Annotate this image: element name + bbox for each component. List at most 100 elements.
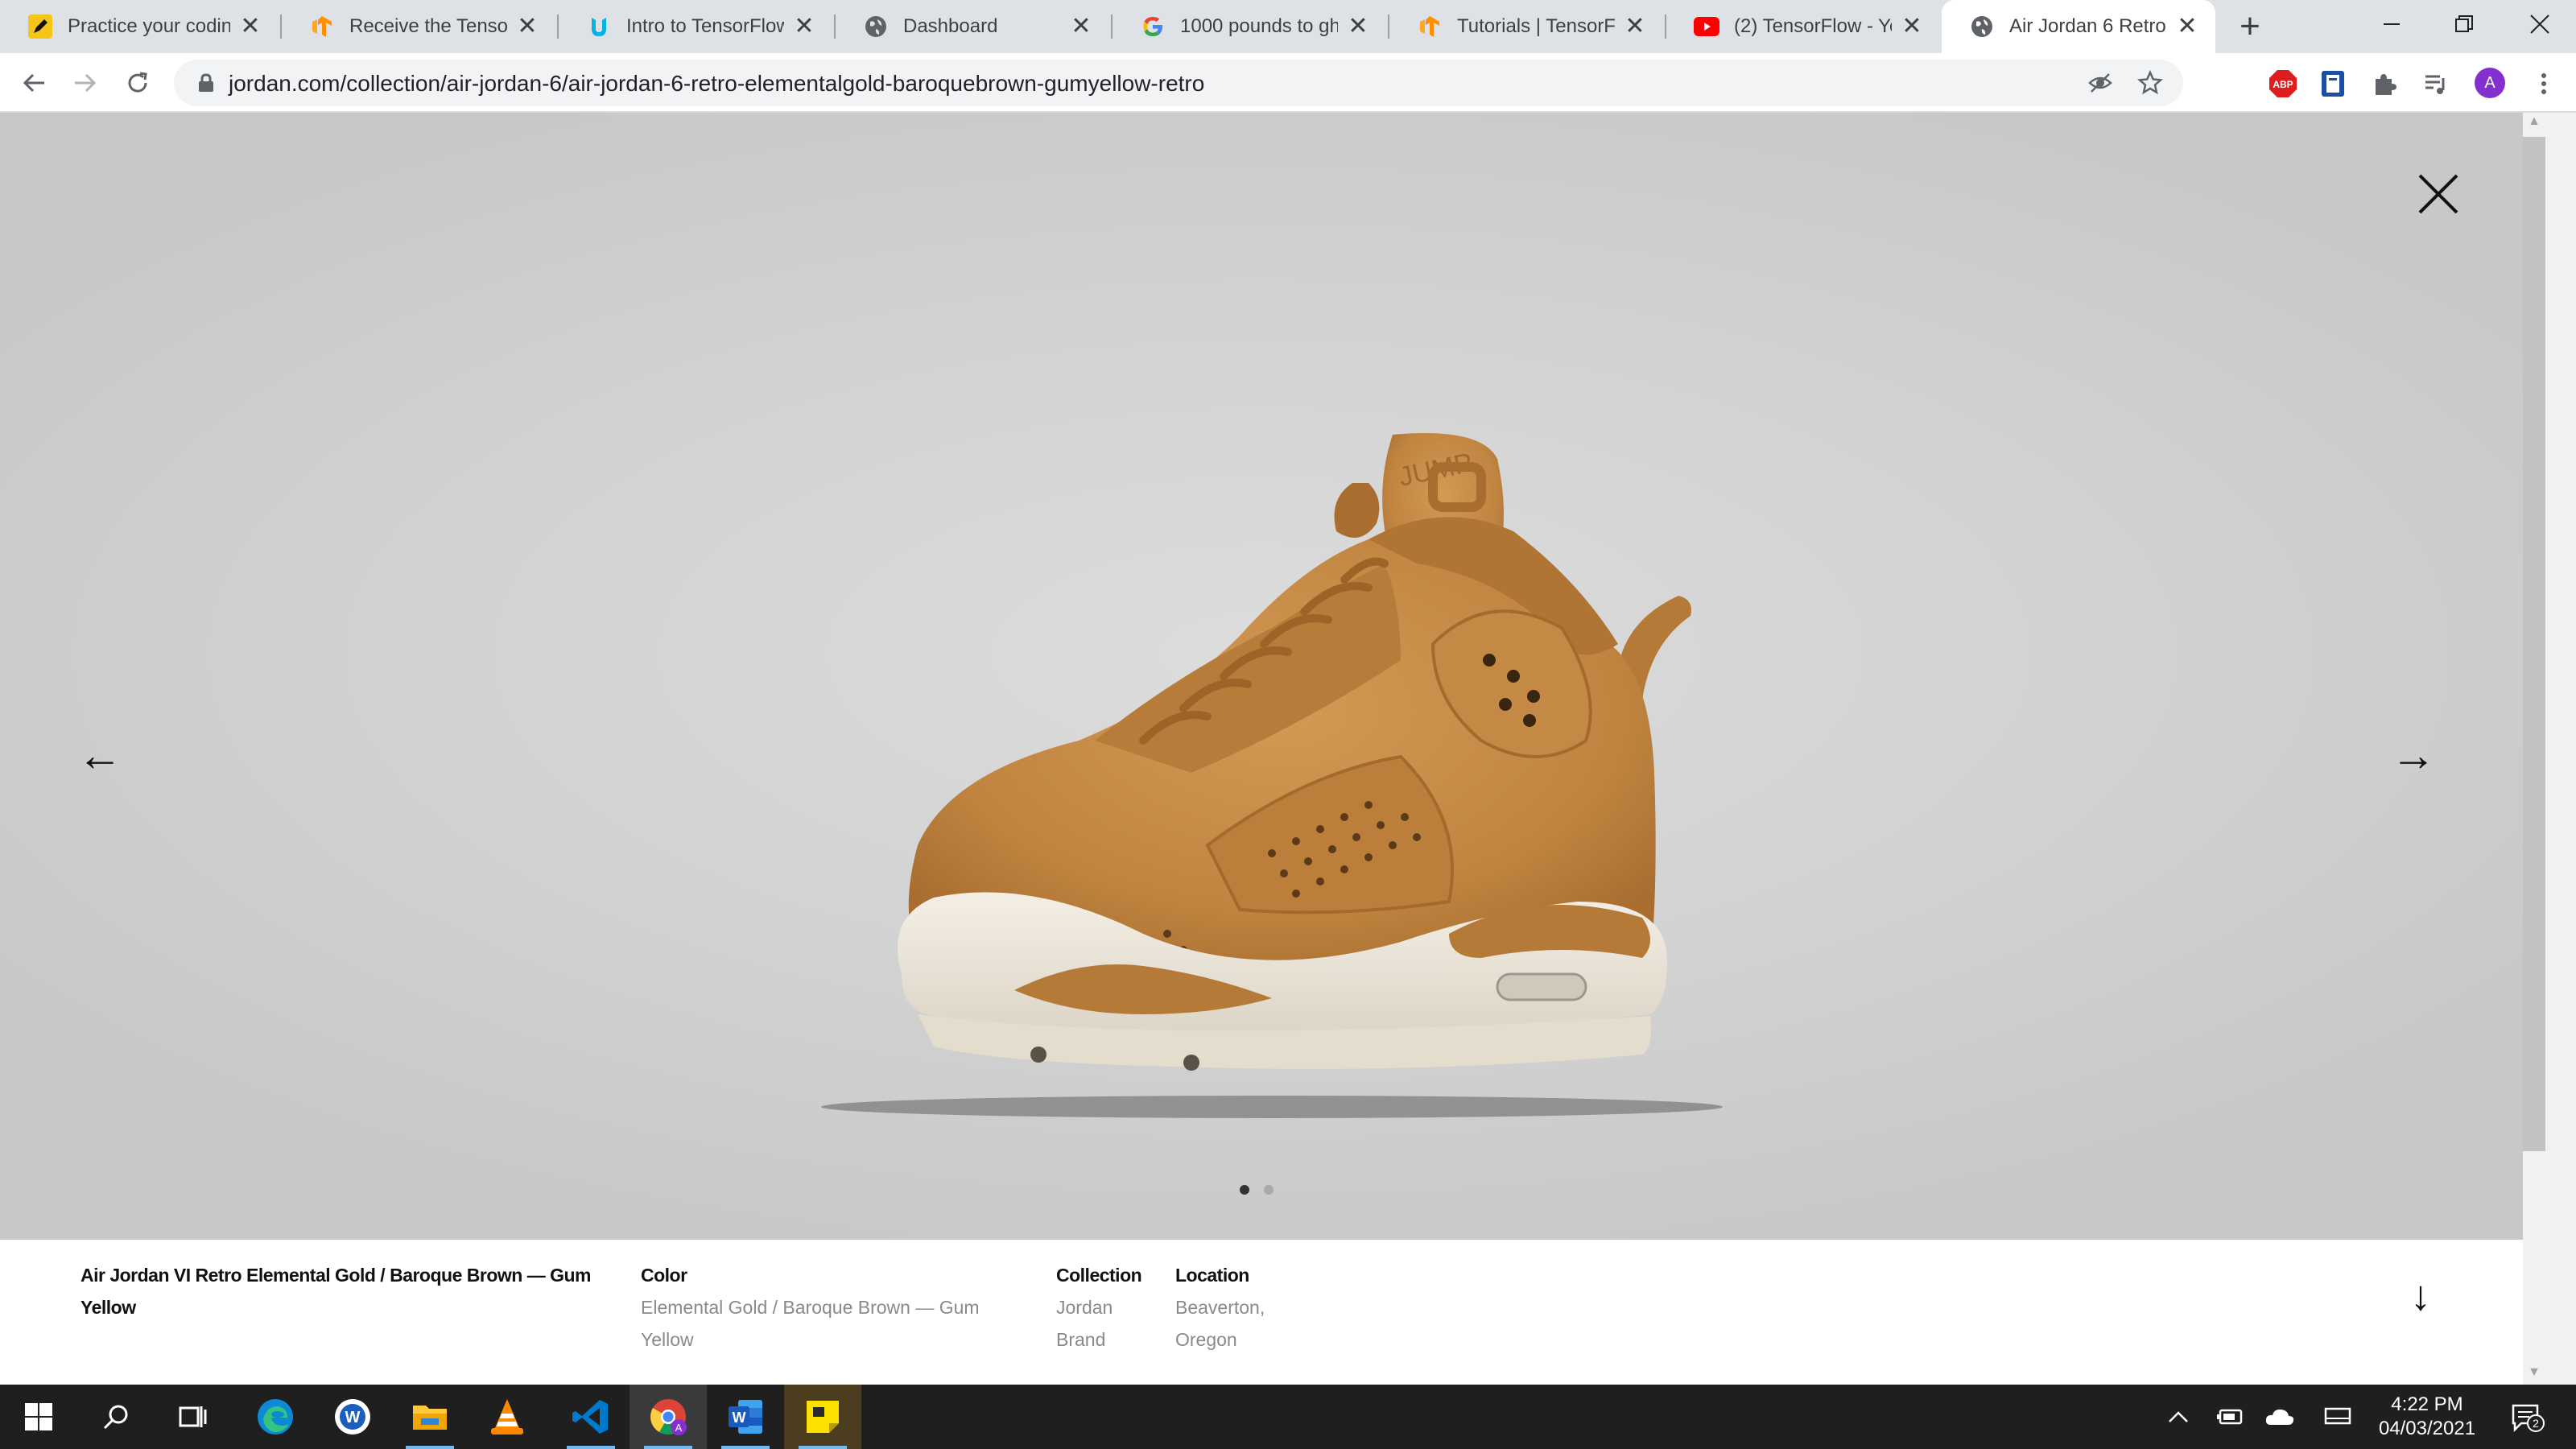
tab-intro-tensorflow[interactable]: Intro to TensorFlow ✕: [559, 0, 832, 53]
show-hidden-icons-icon[interactable]: [2162, 1385, 2194, 1449]
edge-icon[interactable]: [237, 1385, 314, 1449]
color-value: Elemental Gold / Baroque Brown — Gum Yel…: [641, 1297, 980, 1350]
tab-close-icon[interactable]: ✕: [792, 14, 816, 39]
tab-close-icon[interactable]: ✕: [2175, 14, 2199, 39]
battery-icon[interactable]: [2211, 1385, 2249, 1449]
scroll-down-arrow[interactable]: ↓: [2410, 1272, 2431, 1320]
tab-title: Dashboard: [903, 15, 998, 37]
profile-avatar[interactable]: A: [2475, 68, 2505, 98]
forward-button[interactable]: [66, 64, 103, 101]
globe-icon: [1969, 14, 1995, 39]
sticky-notes-icon[interactable]: [784, 1385, 861, 1449]
tab-title: Tutorials | TensorFl: [1457, 15, 1615, 37]
forward-arrow-icon: [75, 73, 97, 93]
task-view-icon[interactable]: [155, 1385, 232, 1449]
media-playlist-icon[interactable]: [2421, 69, 2450, 98]
next-slide-arrow[interactable]: →: [2391, 733, 2436, 778]
tab-practice-coding[interactable]: Practice your coding ✕: [0, 0, 279, 53]
location-label: Location: [1175, 1265, 1249, 1286]
start-icon[interactable]: [0, 1385, 77, 1449]
slide-dot-1[interactable]: [1240, 1185, 1249, 1195]
minimize-icon: [2384, 23, 2400, 25]
tab-close-icon[interactable]: ✕: [1623, 14, 1647, 39]
tab-title: Air Jordan 6 Retro &: [2009, 15, 2167, 37]
collection-label: Collection: [1056, 1265, 1142, 1286]
reload-icon: [128, 72, 147, 93]
word-icon[interactable]: W: [707, 1385, 784, 1449]
color-column: Color Elemental Gold / Baroque Brown — G…: [641, 1259, 1027, 1356]
tab-tensorflow-certificate[interactable]: Receive the TensorFl ✕: [282, 0, 555, 53]
chrome-menu-icon[interactable]: [2529, 69, 2558, 98]
lock-icon[interactable]: [198, 73, 214, 97]
back-button[interactable]: [16, 64, 53, 101]
tab-close-icon[interactable]: ✕: [1346, 14, 1370, 39]
word-online-icon[interactable]: W: [314, 1385, 391, 1449]
youtube-icon: [1694, 14, 1719, 39]
close-icon: [2530, 14, 2549, 34]
onedrive-cloud-icon[interactable]: [2260, 1385, 2299, 1449]
air-jordan-6-shoe-image: JUMP: [821, 433, 1723, 1118]
svg-text:W: W: [345, 1409, 361, 1426]
globe-icon: [863, 14, 889, 39]
tab-close-icon[interactable]: ✕: [1900, 14, 1924, 39]
vscode-icon[interactable]: [552, 1385, 630, 1449]
restore-icon: [2455, 15, 2473, 32]
new-tab-button[interactable]: +: [2231, 9, 2268, 47]
svg-text:W: W: [733, 1410, 746, 1426]
tab-close-icon[interactable]: ✕: [238, 14, 262, 39]
collection-column: Collection Jordan Brand: [1056, 1259, 1161, 1356]
bookmark-star-icon[interactable]: [2136, 69, 2164, 97]
slide-dot-2[interactable]: [1264, 1185, 1274, 1195]
tab-youtube-tensorflow[interactable]: (2) TensorFlow - You ✕: [1666, 0, 1940, 53]
location-value: Beaverton, Oregon: [1175, 1297, 1265, 1350]
url-text[interactable]: jordan.com/collection/air-jordan-6/air-j…: [229, 71, 1204, 97]
color-label: Color: [641, 1265, 687, 1286]
slide-indicator: [1240, 1185, 1274, 1195]
tab-air-jordan-active[interactable]: Air Jordan 6 Retro & ✕: [1942, 0, 2215, 53]
google-icon: [1140, 14, 1166, 39]
close-gallery-icon[interactable]: [2413, 169, 2463, 219]
collection-value: Jordan Brand: [1056, 1297, 1113, 1350]
tab-google-search[interactable]: 1000 pounds to gha ✕: [1113, 0, 1386, 53]
reading-extension-icon[interactable]: [2318, 69, 2347, 98]
taskbar-clock[interactable]: 4:22 PM 04/03/2021: [2359, 1393, 2496, 1441]
scroll-up-icon[interactable]: ▲: [2523, 114, 2545, 129]
eye-off-icon[interactable]: [2087, 69, 2114, 97]
page-viewport: ← → JUMP Air Jordan VI Retro Elemental G…: [0, 113, 2523, 1385]
clock-date: 04/03/2021: [2378, 1418, 2476, 1439]
file-explorer-icon[interactable]: [391, 1385, 469, 1449]
tab-tensorflow-tutorials[interactable]: Tutorials | TensorFl ✕: [1389, 0, 1663, 53]
browser-tab-strip: Practice your coding ✕ Receive the Tenso…: [0, 0, 2576, 53]
chrome-profile-badge: A: [675, 1422, 683, 1434]
product-info-bar: Air Jordan VI Retro Elemental Gold / Bar…: [0, 1240, 2523, 1385]
tensorflow-icon: [309, 14, 335, 39]
tab-title: (2) TensorFlow - You: [1734, 15, 1892, 37]
tab-close-icon[interactable]: ✕: [515, 14, 539, 39]
chrome-icon[interactable]: A: [630, 1385, 707, 1449]
reload-button[interactable]: [119, 64, 156, 101]
window-close-button[interactable]: [2504, 0, 2576, 48]
vlc-icon[interactable]: [469, 1385, 546, 1449]
display-icon[interactable]: [2318, 1385, 2357, 1449]
adblock-plus-icon[interactable]: ABP: [2268, 69, 2297, 98]
page-scrollbar[interactable]: ▲ ▼: [2523, 113, 2576, 1385]
search-icon[interactable]: [77, 1385, 155, 1449]
yellow-pencil-icon: [27, 14, 53, 39]
tensorflow-icon: [1417, 14, 1443, 39]
tab-title: Practice your coding: [68, 15, 230, 37]
restore-button[interactable]: [2428, 0, 2500, 48]
udacity-icon: [586, 14, 612, 39]
notification-count: 2: [2533, 1417, 2539, 1430]
extensions-puzzle-icon[interactable]: [2370, 69, 2399, 98]
previous-slide-arrow[interactable]: ←: [77, 733, 122, 778]
scroll-down-icon[interactable]: ▼: [2523, 1365, 2545, 1380]
tab-title: 1000 pounds to gha: [1180, 15, 1338, 37]
tab-close-icon[interactable]: ✕: [1069, 14, 1093, 39]
product-name: Air Jordan VI Retro Elemental Gold / Bar…: [80, 1265, 591, 1318]
address-bar[interactable]: jordan.com/collection/air-jordan-6/air-j…: [174, 60, 2183, 106]
tab-dashboard[interactable]: Dashboard ✕: [836, 0, 1109, 53]
notification-center-icon[interactable]: 2: [2504, 1385, 2552, 1449]
product-gallery: ← → JUMP: [0, 113, 2523, 1240]
minimize-button[interactable]: [2355, 0, 2428, 48]
scrollbar-thumb[interactable]: [2523, 137, 2545, 1151]
